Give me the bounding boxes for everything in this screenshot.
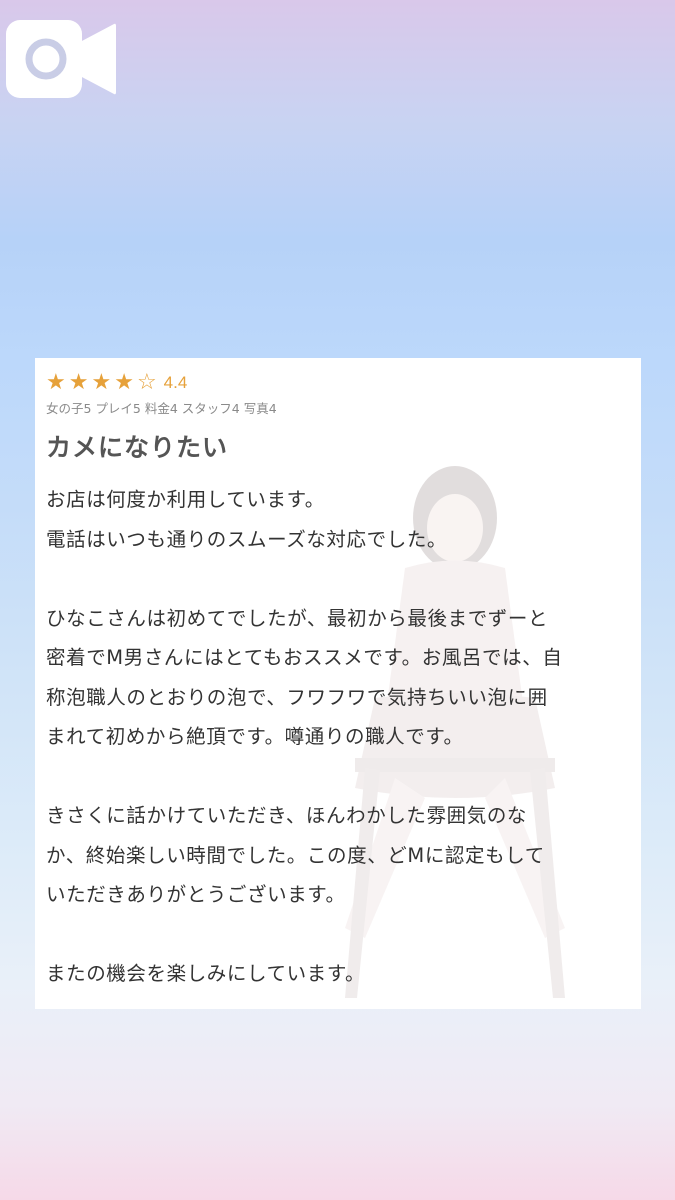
review-line [46, 757, 629, 797]
sub-scores: 女の子5 プレイ5 料金4 スタッフ4 写真4 [46, 401, 277, 416]
review-line: お店は何度か利用しています。 [46, 488, 325, 511]
review-body: お店は何度か利用しています。 電話はいつも通りのスムーズな対応でした。 ひなこさ… [46, 480, 629, 994]
video-camera-icon[interactable] [6, 20, 116, 98]
star-rating: ★ ★ ★ ★ ☆ [46, 372, 160, 394]
review-line [46, 915, 629, 955]
rating-value: 4.4 [163, 373, 188, 392]
review-title: カメになりたい [46, 433, 229, 462]
review-line: 電話はいつも通りのスムーズな対応でした。 [46, 527, 448, 551]
star-empty-icon: ☆ [136, 370, 157, 395]
review-line: またの機会を楽しみにしています。 [46, 962, 366, 985]
star-filled-icon: ★ [46, 370, 66, 395]
review-line: きさくに話かけていただき、ほんわかした雰囲気のな [46, 804, 528, 827]
review-card: ★ ★ ★ ★ ☆ 4.4 女の子5 プレイ5 料金4 スタッフ4 写真4 カメ… [35, 358, 641, 1009]
star-filled-icon: ★ [68, 370, 89, 395]
review-line [46, 559, 629, 599]
review-line: 密着でM男さんにはとてもおススメです。お風呂では、自 [46, 646, 563, 669]
rating-row: ★ ★ ★ ★ ☆ 4.4 [46, 370, 629, 396]
review-line: 称泡職人のとおりの泡で、フワフワで気持ちいい泡に囲 [46, 685, 548, 709]
review-line: か、終始楽しい時間でした。この度、どMに認定もして [46, 843, 545, 867]
review-line: まれて初めから絶頂です。噂通りの職人です。 [46, 725, 464, 748]
star-filled-icon: ★ [114, 370, 134, 395]
star-filled-icon: ★ [91, 370, 112, 395]
review-line: いただきありがとうございます。 [46, 883, 346, 906]
review-line: ひなこさんは初めてでしたが、最初から最後までずーと [46, 606, 549, 630]
